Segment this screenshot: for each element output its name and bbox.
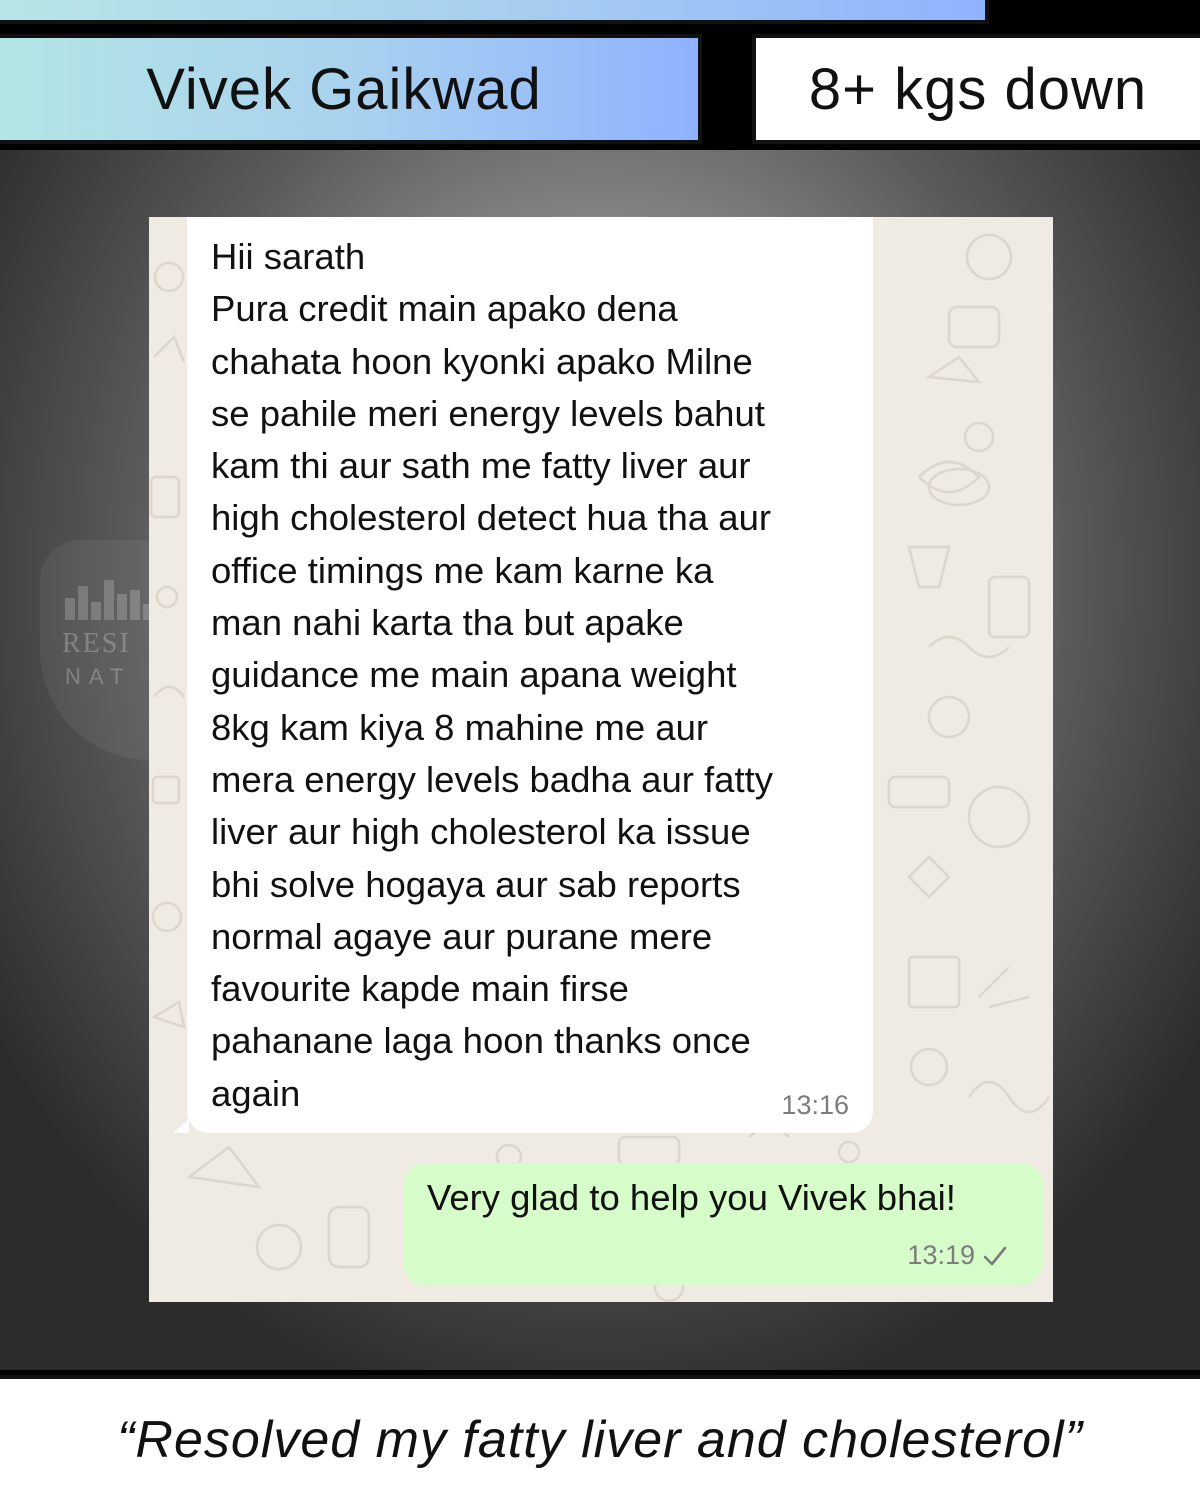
- outgoing-message-text: Very glad to help you Vivek bhai!: [427, 1177, 956, 1218]
- incoming-message-bubble[interactable]: Hii sarath Pura credit main apako dena c…: [173, 217, 873, 1133]
- outgoing-message-time: 13:19: [907, 1240, 975, 1270]
- incoming-message-text: Hii sarath Pura credit main apako dena c…: [211, 236, 774, 1114]
- client-name-banner: Vivek Gaikwad: [0, 34, 702, 144]
- client-name: Vivek Gaikwad: [146, 56, 542, 122]
- outgoing-message-meta: 13:19: [907, 1240, 1009, 1271]
- watermark-text-2: NAT: [65, 664, 132, 689]
- result-text: 8+ kgs down: [808, 56, 1148, 122]
- incoming-message-time: 13:16: [781, 1090, 849, 1120]
- result-banner: 8+ kgs down: [752, 34, 1200, 144]
- chat-screenshot: Hii sarath Pura credit main apako dena c…: [149, 217, 1053, 1302]
- top-accent-strip: [0, 0, 989, 24]
- divider-bar: [718, 33, 736, 145]
- bubble-tail: [173, 1119, 189, 1133]
- watermark-text-1: RESI: [62, 628, 131, 659]
- single-check-icon: [983, 1246, 1007, 1265]
- screenshot-stage: RESI NAT Hii sarath Pura credit main apa…: [0, 150, 1200, 1370]
- testimonial-quote-banner: “Resolved my fatty liver and cholesterol…: [0, 1375, 1200, 1500]
- outgoing-message-bubble[interactable]: Very glad to help you Vivek bhai! 13:19: [403, 1163, 1043, 1285]
- testimonial-quote: “Resolved my fatty liver and cholesterol…: [117, 1410, 1083, 1469]
